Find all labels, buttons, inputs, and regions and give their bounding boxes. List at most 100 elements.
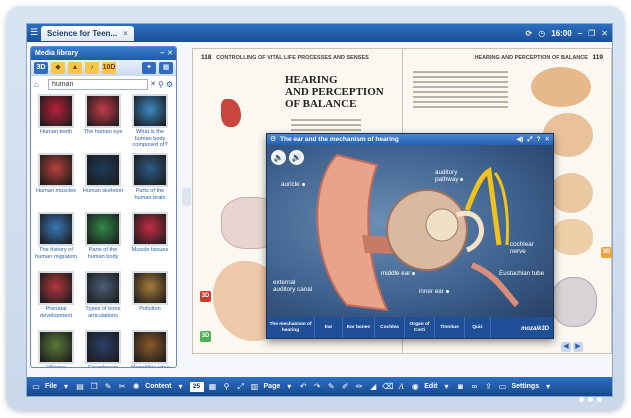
file-menu[interactable]: File [45,383,57,390]
eraser-icon[interactable]: ⌫ [382,382,393,392]
page-prev-arrow[interactable] [182,188,191,206]
chevron-down-icon[interactable]: ▾ [441,382,451,392]
tab-tinnitus[interactable]: Tinnitus [435,317,465,338]
prev-page-icon[interactable]: ◀ [561,342,571,352]
undo-icon[interactable]: ↶ [298,382,308,392]
brain-illustration-2 [551,277,597,327]
minimize-panel-icon[interactable]: – [160,47,164,60]
media-item[interactable]: Villages [35,330,77,367]
media-item-label: Prenatal development [39,306,73,319]
tab-cochlea[interactable]: Cochlea [375,317,405,338]
edit-menu[interactable]: Edit [424,383,437,390]
tab-quiz[interactable]: Quiz [465,317,491,338]
thumbnails-icon[interactable]: ▦ [208,382,218,392]
3d-badge-right[interactable]: 3D [601,247,612,258]
document-tab[interactable]: Science for Teen... × [41,26,134,41]
screen-icon[interactable]: ▭ [31,382,41,392]
search-icon[interactable]: ⚲ [158,80,164,89]
speaker-icon[interactable]: 🔈 [271,150,286,165]
text-icon[interactable]: A [396,382,406,392]
pen-icon[interactable]: ✎ [326,382,336,392]
media-item[interactable]: The history of human migration [35,212,77,268]
chevron-down-icon[interactable]: ▾ [176,382,186,392]
sync-icon[interactable]: ⟳ [526,29,533,38]
media-item[interactable]: Pollution [129,271,171,327]
audio-filter-button[interactable]: ♪ [85,62,99,74]
next-page-icon[interactable]: ▶ [573,342,583,352]
volume-icon[interactable]: ◀) [516,134,523,145]
media-item[interactable]: Human teeth [35,94,77,150]
3d-badge-green[interactable]: 3D [200,331,211,342]
section-title-line2: AND PERCEPTION [285,86,384,98]
settings-menu[interactable]: Settings [511,383,539,390]
clear-search-icon[interactable]: ✕ [150,80,156,88]
book-icon[interactable]: ▤ [75,382,85,392]
settings-icon[interactable]: ⚙ [166,80,173,89]
inner-ear-illustration [531,67,591,107]
media-item-label: The human eye [83,129,123,135]
media-item[interactable]: Megalithic sites [129,330,171,367]
media-item[interactable]: Prenatal development [35,271,77,327]
media-thumbnail [132,271,168,305]
help-icon[interactable]: ? [537,134,541,145]
fit-icon[interactable]: ⤢ [236,382,246,392]
media-item[interactable]: Human skeleton [82,153,124,209]
camera-icon[interactable]: ◙ [455,382,465,392]
label-auricle: auricle [281,181,305,188]
shape-icon[interactable]: ◢ [368,382,378,392]
media-thumbnail [132,330,168,364]
media-item[interactable]: What is the human body composed of? [129,94,171,150]
fullscreen-icon[interactable]: ⤢ [527,134,532,145]
narration-icon[interactable]: 🔊 [289,150,304,165]
3d-badge[interactable]: 3D [200,291,211,302]
close-panel-icon[interactable]: ✕ [167,47,173,60]
chevron-down-icon[interactable]: ▾ [61,382,71,392]
redo-icon[interactable]: ↷ [312,382,322,392]
two-page-icon[interactable]: ▥ [250,382,260,392]
tab-organ-of-corti[interactable]: Organ of Corti [405,317,435,338]
bookmark-icon[interactable]: ❐ [89,382,99,392]
media-item[interactable]: Types of bone articulations [82,271,124,327]
filter-3d-button[interactable]: 3D [34,62,48,74]
share-icon[interactable]: ⇪ [483,382,493,392]
media-item[interactable]: Parts of the human brain [129,153,171,209]
highlighter-icon[interactable]: ✏ [354,382,364,392]
pin-icon[interactable]: ✦ [142,62,156,74]
media-thumbnail [38,153,74,187]
document-tab-label: Science for Teen... [47,29,118,38]
menu-icon[interactable]: ☰ [30,27,40,38]
bulb-icon[interactable]: ✺ [131,382,141,392]
chevron-down-icon[interactable]: ▾ [543,382,553,392]
zoom-icon[interactable]: ⚲ [222,382,232,392]
tools-icon[interactable]: ✂ [117,382,127,392]
content-menu[interactable]: Content [145,383,171,390]
media-item[interactable]: Parts of the human body [82,212,124,268]
window-settings-icon[interactable]: ⚙ [270,134,276,145]
window-close-icon[interactable]: ✕ [601,29,608,38]
media-item[interactable]: Greenhouse effect [82,330,124,367]
ear-close-icon[interactable]: ✕ [545,134,550,145]
close-icon[interactable]: × [123,26,128,41]
page-number-field[interactable]: 25 [189,381,204,392]
restore-icon[interactable]: ❐ [588,29,595,38]
search-input[interactable] [48,78,149,90]
page-menu[interactable]: Page [264,383,281,390]
marker-icon[interactable]: ✐ [340,382,350,392]
tab-ear-bones[interactable]: Ear bones [343,317,375,338]
color-icon[interactable]: ◉ [410,382,420,392]
media-item[interactable]: Human muscles [35,153,77,209]
tab-mechanism-of-hearing[interactable]: The mechanism of hearing [267,317,315,338]
media-item[interactable]: The human eye [82,94,124,150]
grid-view-icon[interactable]: ▦ [159,62,173,74]
minimize-icon[interactable]: – [578,29,582,38]
link-icon[interactable]: ∞ [469,382,479,392]
chevron-down-icon[interactable]: ▾ [284,382,294,392]
ear-3d-view[interactable]: 🔈 🔊 auricle auditory pathway cochlear ne… [267,145,553,319]
home-icon[interactable]: ⌂ [34,79,46,90]
notes-icon[interactable]: ✎ [103,382,113,392]
tab-ear[interactable]: Ear [315,317,343,338]
filter-10d-button[interactable]: 10D [102,62,116,74]
media-item[interactable]: Muscle tissues [129,212,171,268]
video-filter-button[interactable]: ◆ [51,62,65,74]
image-filter-button[interactable]: ▲ [68,62,82,74]
